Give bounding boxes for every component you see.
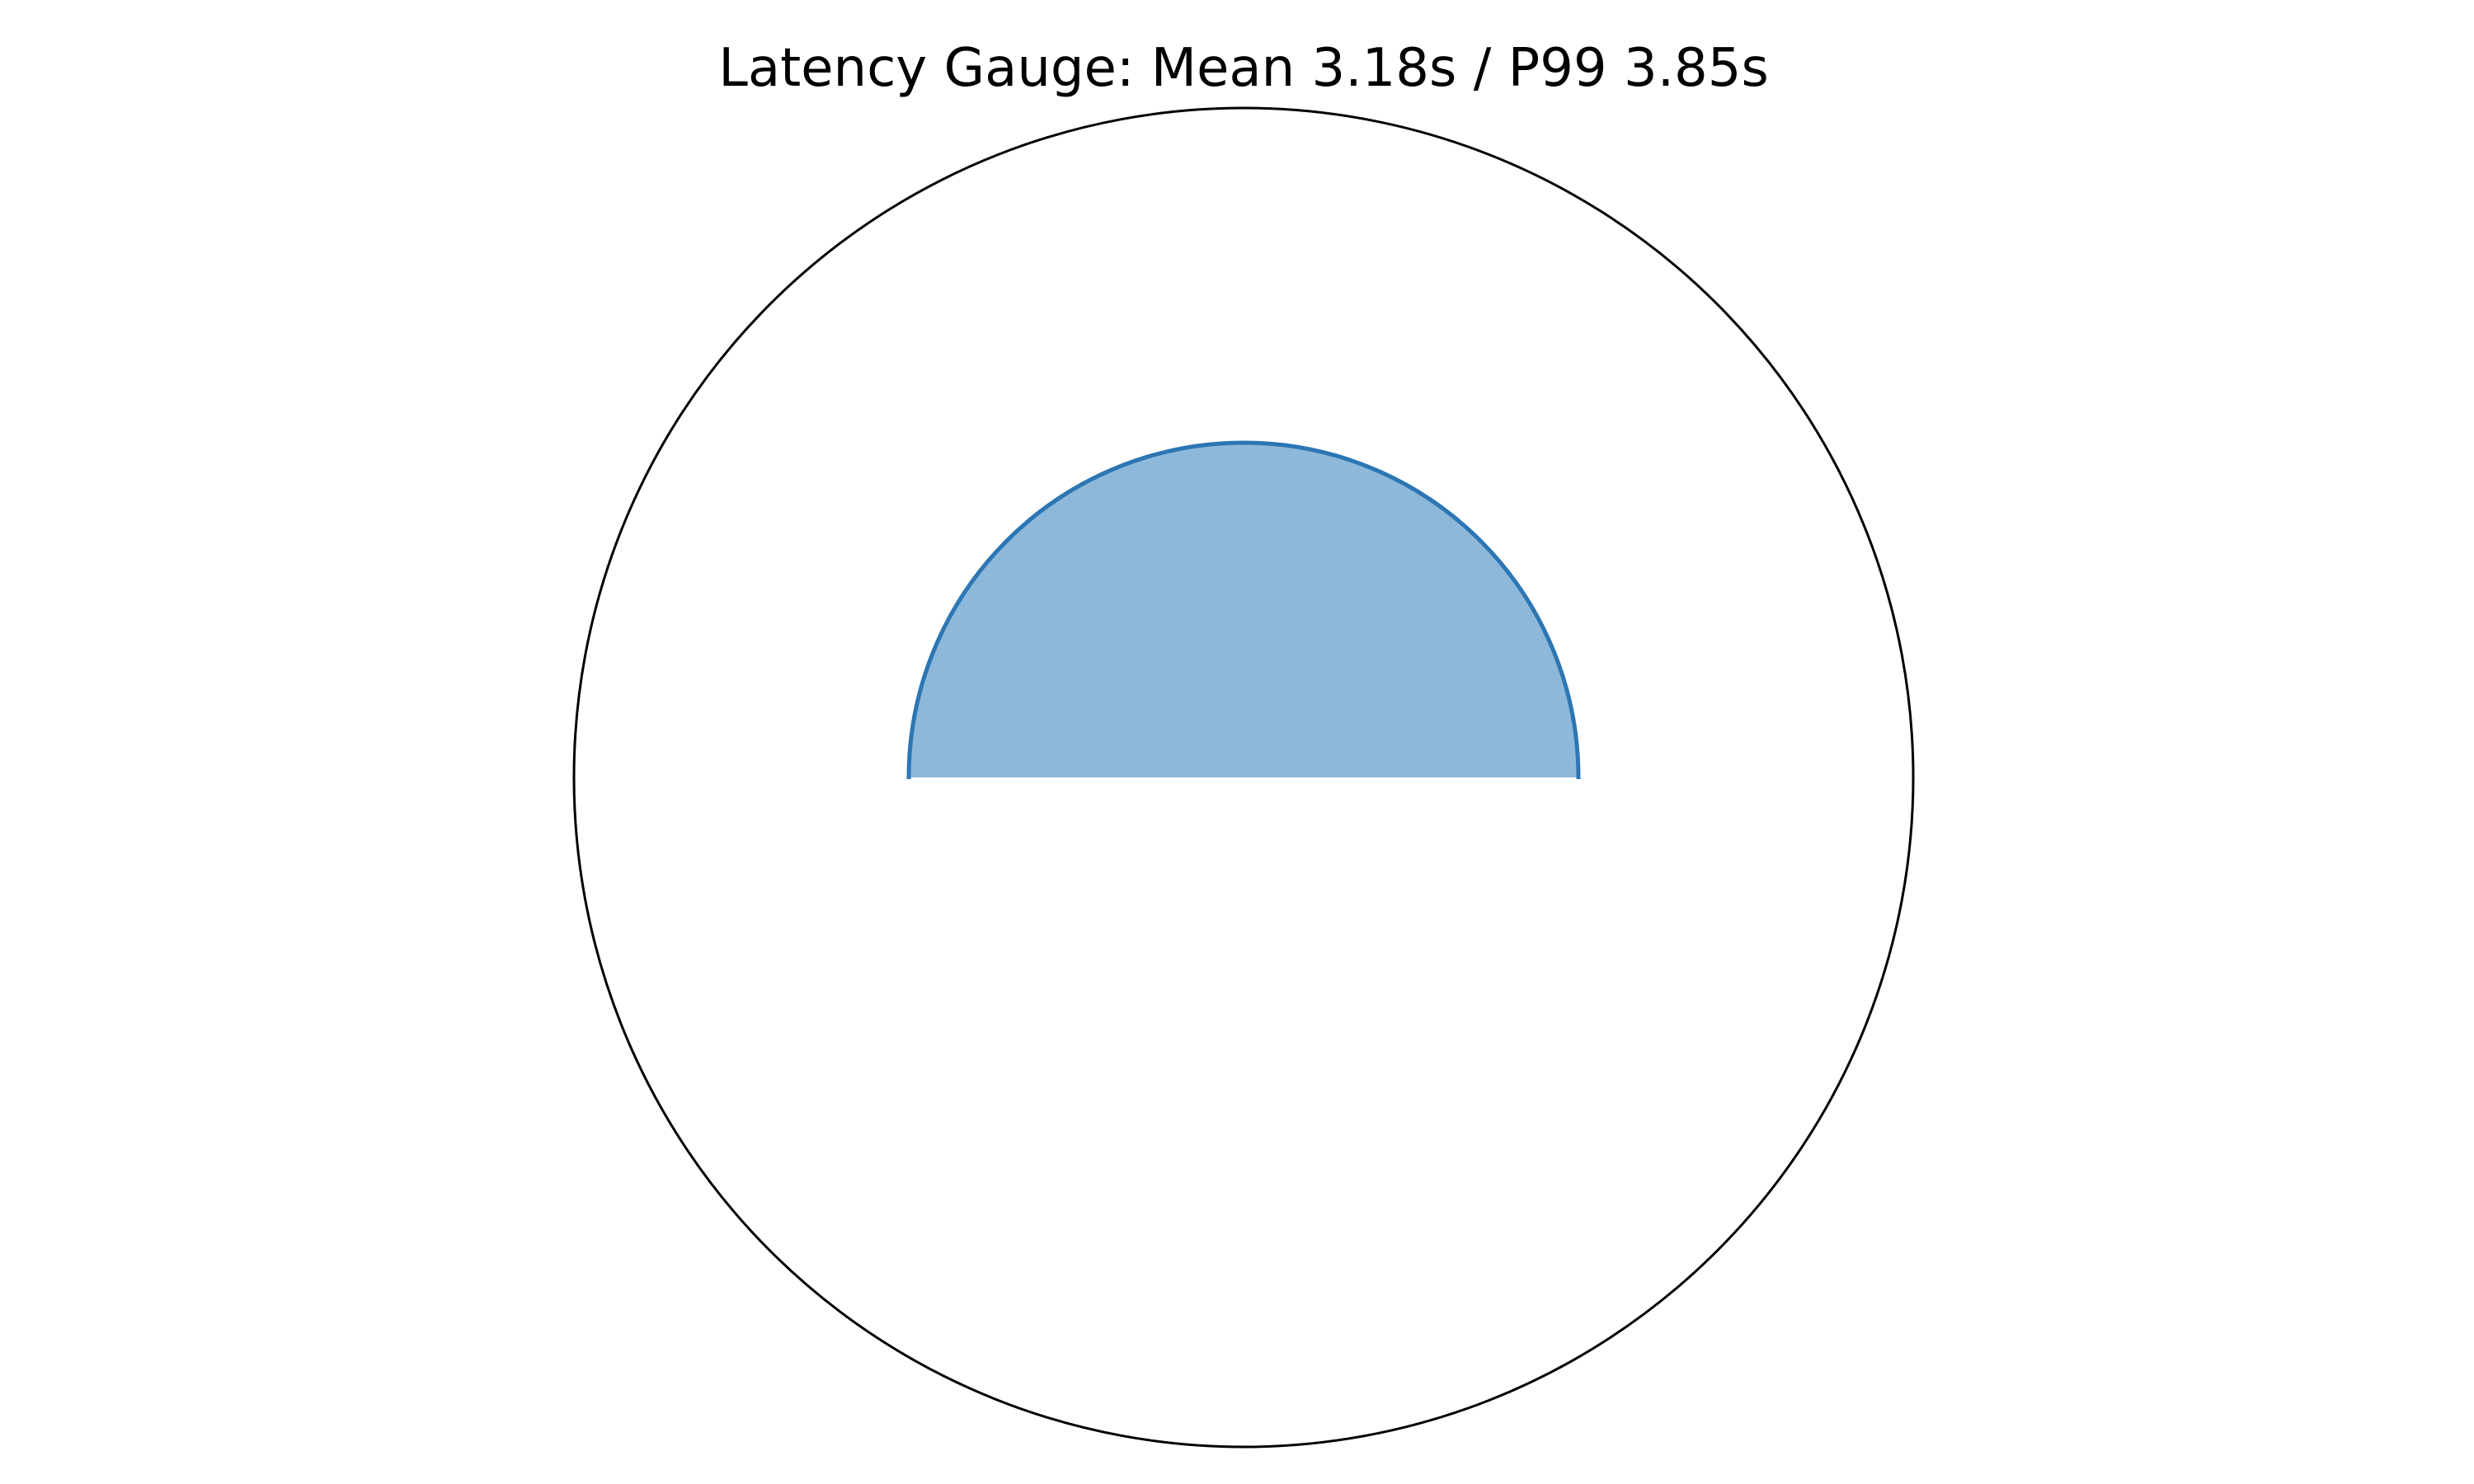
gauge-plot-area [572, 106, 1915, 1449]
latency-gauge-chart: Latency Gauge: Mean 3.18s / P99 3.85s [572, 38, 1915, 1449]
chart-title: Latency Gauge: Mean 3.18s / P99 3.85s [718, 38, 1769, 99]
gauge-fill-sector [909, 443, 1578, 777]
